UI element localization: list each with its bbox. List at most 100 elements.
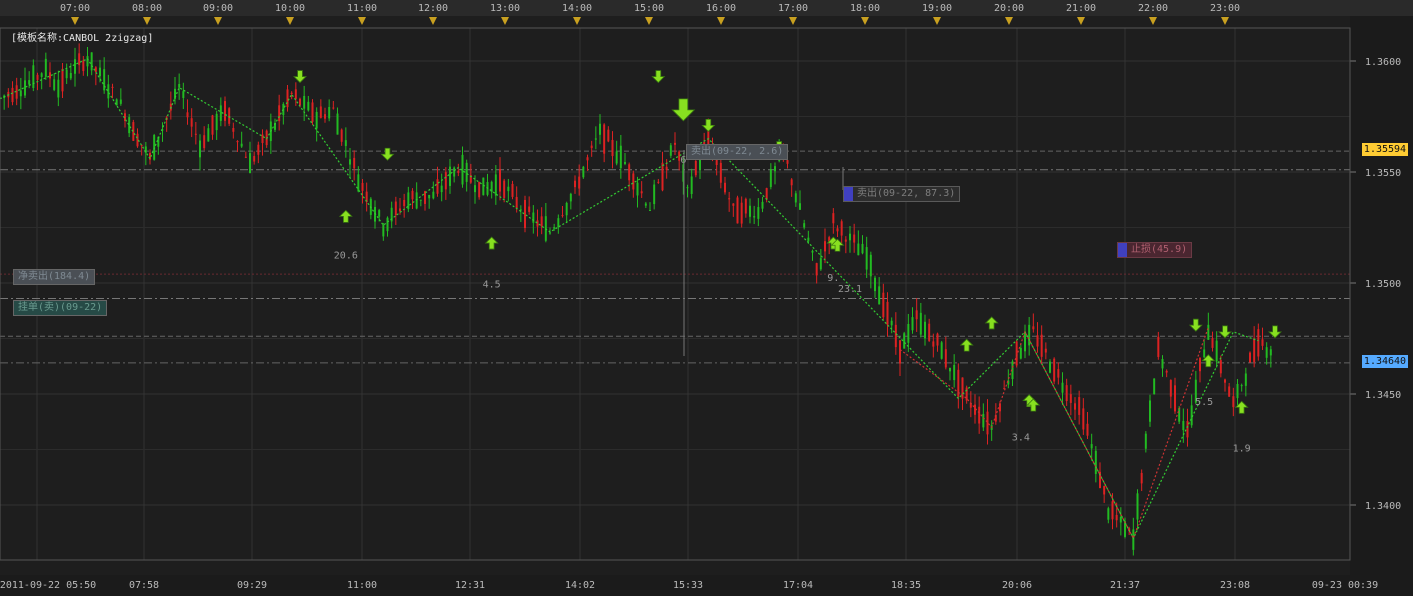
stop-loss-tag[interactable]: 止损(45.9)	[1117, 242, 1193, 258]
candle-body	[299, 98, 301, 106]
sell-order-tag-2[interactable]: 卖出(09-22, 87.3)	[843, 186, 961, 202]
candle-body	[1074, 403, 1076, 410]
candle-body	[815, 263, 818, 276]
candle-body	[1186, 420, 1189, 438]
top-time-tick: 21:00	[1066, 3, 1096, 14]
candle-body	[878, 286, 881, 305]
candle-body	[94, 67, 97, 72]
candle-body	[415, 192, 418, 209]
candle-body	[340, 129, 343, 142]
candle-body	[561, 215, 564, 217]
candle-body	[1107, 508, 1110, 520]
candle-body	[1178, 408, 1181, 422]
candle-body	[115, 99, 118, 106]
candle-body	[894, 324, 897, 348]
candle-body	[628, 164, 631, 181]
candle-body	[569, 193, 572, 202]
candle-body	[799, 203, 801, 210]
candle-body	[790, 179, 793, 186]
candle-body	[615, 151, 618, 164]
net-sell-tag[interactable]: 净卖出(184.4)	[13, 269, 96, 285]
candle-body	[61, 68, 64, 92]
bottom-time-tick: 09:29	[237, 580, 267, 591]
candle-body	[186, 112, 189, 118]
candle-body	[857, 243, 860, 256]
candle-body	[294, 89, 297, 99]
top-time-tick: 19:00	[922, 3, 952, 14]
candle-body	[874, 277, 876, 292]
candle-body	[669, 145, 672, 156]
candle-body	[965, 387, 968, 401]
candle-body	[903, 333, 906, 349]
candle-body	[1149, 400, 1151, 422]
top-time-tick: 11:00	[347, 3, 377, 14]
candle-body	[57, 79, 60, 98]
candle-body	[194, 133, 197, 135]
arrow-value-label: 5.5	[1195, 397, 1213, 408]
candle-body	[657, 181, 660, 183]
candle-body	[499, 168, 501, 192]
candle-body	[986, 411, 989, 435]
candle-body	[840, 221, 843, 236]
candle-body	[619, 145, 622, 169]
pending-sell-tag[interactable]: 挂单(卖)(09-22)	[13, 300, 108, 316]
candle-body	[474, 185, 476, 193]
candle-body	[644, 203, 647, 206]
sell-order-tag-1[interactable]: 卖出(09-22, 2.6)	[686, 144, 789, 160]
arrow-value-label: 3.4	[1012, 433, 1030, 444]
candle-body	[244, 156, 247, 158]
candle-body	[849, 233, 851, 241]
candle-body	[386, 217, 389, 232]
candle-body	[524, 199, 526, 228]
candle-body	[19, 90, 22, 97]
candle-body	[728, 198, 731, 200]
candle-body	[761, 201, 764, 209]
candle-body	[90, 52, 93, 71]
candle-body	[869, 254, 872, 277]
candle-body	[1115, 514, 1118, 521]
bottom-time-tick: 20:06	[1002, 580, 1032, 591]
candle-body	[511, 183, 514, 197]
candle-body	[1082, 408, 1085, 430]
candle-body	[774, 166, 776, 172]
candle-body	[1169, 380, 1172, 397]
candle-body	[940, 342, 943, 359]
candle-body	[594, 138, 597, 140]
sell-order-swatch	[844, 187, 853, 201]
candle-body	[886, 301, 889, 325]
candle-body	[465, 162, 468, 182]
arrow-value-label: 4.5	[483, 279, 501, 290]
candle-body	[1232, 396, 1235, 408]
candle-body	[86, 56, 89, 67]
arrow-value-label: 1.9	[1233, 444, 1251, 455]
candle-body	[403, 200, 406, 207]
candle-body	[915, 310, 918, 320]
candle-body	[419, 199, 422, 201]
last-price-tag: 1.34640	[1362, 355, 1408, 368]
candle-body	[824, 241, 826, 252]
candle-body	[1161, 359, 1164, 369]
candle-body	[1257, 329, 1260, 357]
candle-body	[494, 174, 497, 196]
candle-body	[624, 162, 626, 164]
top-time-tick: 23:00	[1210, 3, 1240, 14]
candle-body	[1153, 378, 1156, 395]
candle-body	[332, 107, 335, 109]
candle-body	[1103, 486, 1106, 495]
candle-body	[303, 95, 306, 109]
candle-body	[507, 186, 510, 192]
sell-order-label-1: 卖出(09-22, 2.6)	[691, 146, 784, 157]
candle-body	[844, 239, 847, 242]
candle-body	[819, 258, 822, 270]
price-chart[interactable]: 20.64.59.23.13.45.51.96 07:00 08:00 09:00 1…	[0, 0, 1413, 596]
bottom-time-tick: 11:00	[347, 580, 377, 591]
top-time-tick: 15:00	[634, 3, 664, 14]
candle-body	[436, 179, 439, 194]
candle-body	[319, 106, 322, 118]
candle-body	[1265, 347, 1268, 358]
top-time-tick: 14:00	[562, 3, 592, 14]
candle-body	[1269, 349, 1272, 356]
candle-body	[307, 101, 310, 111]
candle-body	[911, 317, 914, 331]
bottom-time-tick: 17:04	[783, 580, 813, 591]
